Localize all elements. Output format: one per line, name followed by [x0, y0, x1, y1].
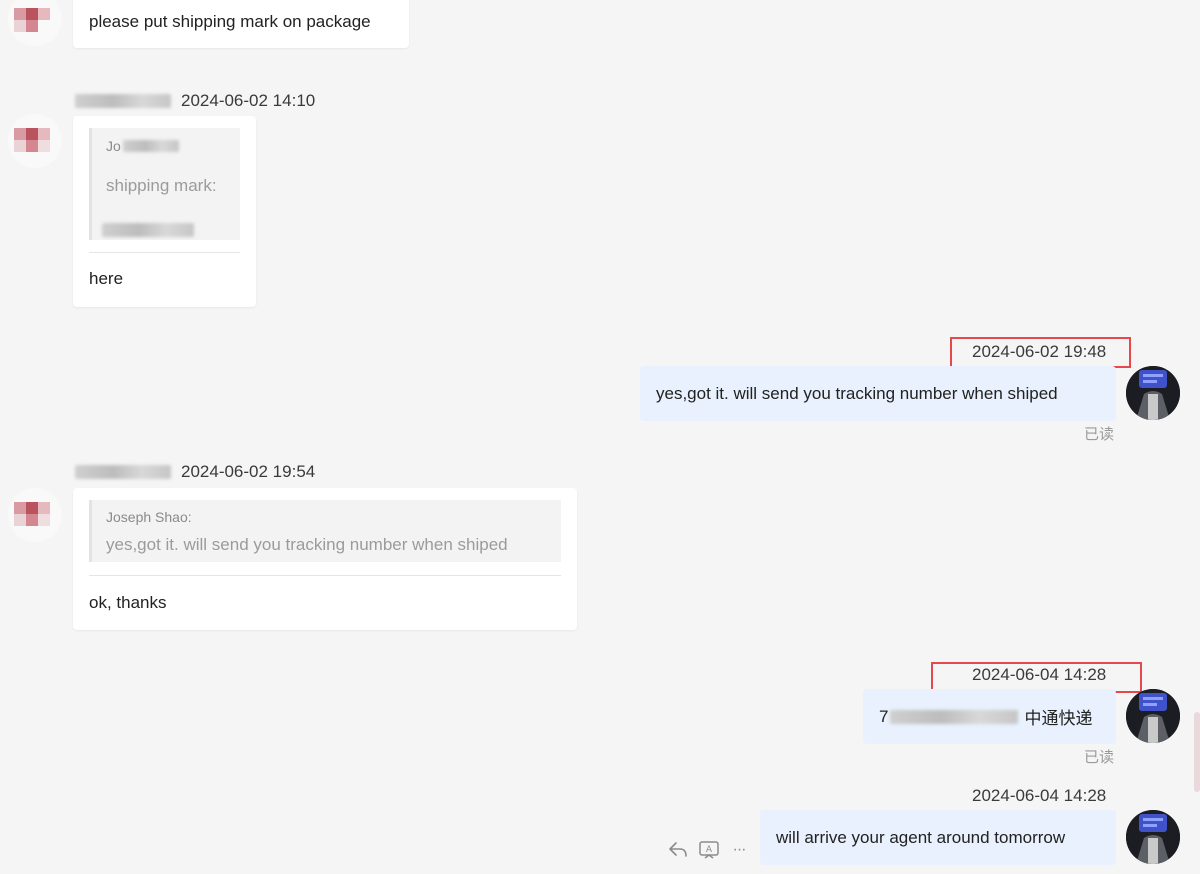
message-timestamp: 2024-06-02 19:48	[972, 342, 1107, 361]
message-timestamp: 2024-06-04 14:28	[972, 786, 1107, 805]
message-timestamp: 2024-06-02 19:54	[181, 462, 316, 481]
sender-name-redacted	[75, 465, 171, 479]
message-timestamp: 2024-06-02 14:10	[181, 91, 316, 110]
quote-divider	[89, 252, 240, 253]
user-avatar[interactable]	[1126, 366, 1180, 420]
svg-text:A: A	[706, 845, 713, 855]
message-bubble[interactable]: Jo shipping mark: here	[73, 116, 256, 307]
message-text: yes,got it. will send you tracking numbe…	[656, 383, 1058, 403]
message-bubble[interactable]: Joseph Shao: yes,got it. will send you t…	[73, 488, 577, 630]
more-icon[interactable]: ···	[726, 838, 752, 862]
message-bubble[interactable]: please put shipping mark on package	[73, 0, 409, 48]
courier-name: 中通快递	[1024, 709, 1093, 728]
quoted-sender: Jo	[106, 138, 121, 154]
quoted-sender-redacted	[122, 140, 179, 152]
message-bubble[interactable]: will arrive your agent around tomorrow	[760, 810, 1116, 865]
quoted-text: shipping mark:	[106, 176, 217, 195]
avatar-image	[1126, 689, 1180, 743]
quoted-text: yes,got it. will send you tracking numbe…	[106, 535, 508, 554]
sender-header: 2024-06-02 19:54	[75, 461, 315, 483]
message-text: ok, thanks	[89, 593, 167, 612]
message-bubble[interactable]: yes,got it. will send you tracking numbe…	[640, 366, 1116, 421]
tracking-number-redacted	[890, 709, 1019, 724]
sender-name-redacted	[75, 94, 171, 108]
message-text: will arrive your agent around tomorrow	[776, 827, 1066, 847]
quoted-text-redacted	[102, 223, 194, 237]
contact-avatar[interactable]	[8, 114, 62, 168]
message-bubble[interactable]: 7 中通快递	[863, 689, 1116, 744]
user-avatar[interactable]	[1126, 689, 1180, 743]
avatar-image	[1126, 810, 1180, 864]
tracking-number-prefix: 7	[879, 706, 889, 726]
avatar-image	[1126, 366, 1180, 420]
message-timestamp: 2024-06-04 14:28	[972, 665, 1107, 684]
sender-header: 2024-06-02 14:10	[75, 90, 315, 112]
contact-avatar[interactable]	[8, 488, 62, 542]
message-text: please put shipping mark on package	[89, 12, 371, 31]
user-avatar[interactable]	[1126, 810, 1180, 864]
quoted-sender: Joseph Shao:	[106, 509, 192, 525]
read-receipt: 已读	[1084, 426, 1115, 443]
quoted-message[interactable]: Joseph Shao: yes,got it. will send you t…	[89, 500, 561, 562]
quote-divider	[89, 575, 561, 576]
read-receipt: 已读	[1084, 749, 1115, 766]
reply-icon[interactable]	[666, 838, 690, 862]
message-text: here	[89, 269, 124, 288]
scrollbar-thumb[interactable]	[1194, 712, 1200, 792]
quoted-message[interactable]: Jo shipping mark:	[89, 128, 240, 240]
contact-avatar[interactable]	[8, 0, 62, 46]
translate-icon[interactable]: A	[697, 838, 721, 862]
